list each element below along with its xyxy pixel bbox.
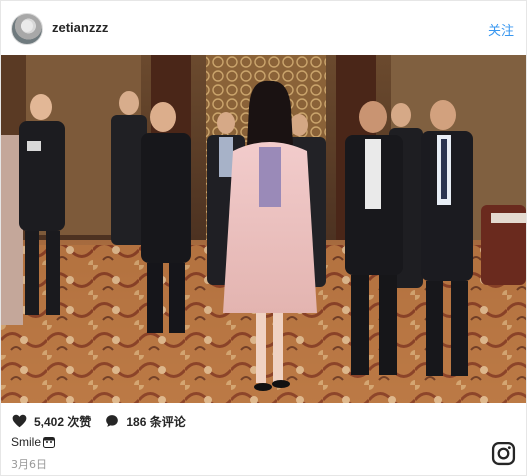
comment-icon[interactable] [105,414,119,428]
follow-button[interactable]: 关注 [488,20,514,39]
heart-icon[interactable] [12,414,27,428]
caption: Smile [11,435,56,449]
post-card: zetianzzz 关注 5,402 次赞 186 条评论 Smile 3月6日 [0,0,527,476]
username[interactable]: zetianzzz [52,20,108,35]
likes-count: 5,402 次赞 [34,414,92,429]
caption-text: Smile [11,435,42,449]
avatar[interactable] [11,13,43,45]
post-actions: 5,402 次赞 186 条评论 Smile 3月6日 [1,403,526,475]
emoji-icon [43,436,56,448]
post-header: zetianzzz 关注 [1,1,526,53]
post-photo[interactable] [1,55,526,403]
instagram-icon[interactable] [491,441,516,466]
comments-count[interactable]: 186 条评论 [126,413,185,430]
post-date: 3月6日 [11,458,47,471]
stats-row: 5,402 次赞 186 条评论 [12,411,186,431]
